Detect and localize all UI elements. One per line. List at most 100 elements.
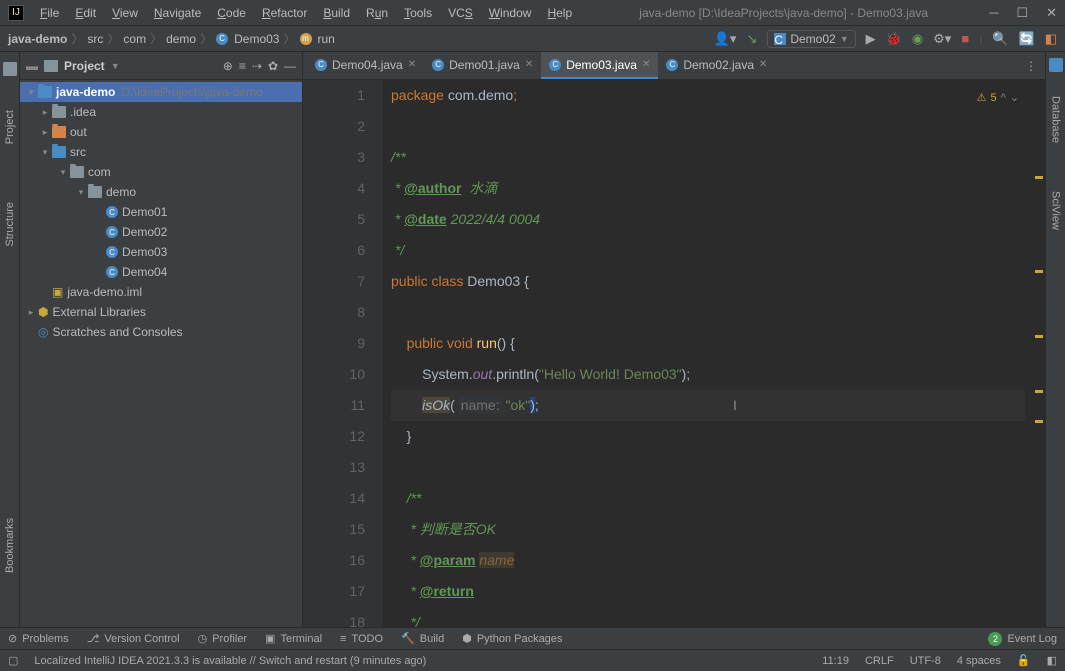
tree-class-demo03[interactable]: CDemo03 [20,242,302,262]
menu-edit[interactable]: Edit [69,4,102,22]
minimize-button[interactable]: ─ [989,5,998,21]
folder-icon [70,166,84,178]
menu-tools[interactable]: Tools [398,4,438,22]
bookmarks-tab[interactable]: Bookmarks [2,514,18,577]
tab-demo01[interactable]: CDemo01.java✕ [424,52,541,79]
expand-all-button[interactable]: ≡ [239,59,246,73]
menu-refactor[interactable]: Refactor [256,4,313,22]
menu-window[interactable]: Window [483,4,538,22]
folder-icon [44,60,58,72]
profiler-tab[interactable]: ◷Profiler [198,632,247,645]
stop-button[interactable]: ■ [961,31,969,46]
tree-file-iml[interactable]: ▣java-demo.iml [20,282,302,302]
folder-icon [52,106,66,118]
menu-file[interactable]: File [34,4,65,22]
project-tool-icon[interactable] [3,62,17,76]
line-gutter: 1234567891011💡12131415161718 [303,80,383,627]
crumb-method[interactable]: run [318,32,335,46]
python-packages-tab[interactable]: ⬢Python Packages [462,632,562,645]
build-tab[interactable]: 🔨Build [401,632,444,645]
database-tab[interactable]: Database [1048,92,1064,147]
search-button[interactable]: 🔍 [992,31,1008,47]
editor-tabs: CDemo04.java✕ CDemo01.java✕ CDemo03.java… [303,52,1045,80]
memory-indicator[interactable]: ◧ [1047,654,1057,667]
tree-class-demo01[interactable]: CDemo01 [20,202,302,222]
coverage-button[interactable]: ◉ [912,31,923,47]
file-encoding[interactable]: UTF-8 [910,655,941,667]
crumb-demo[interactable]: demo [166,32,196,46]
folder-icon [88,186,102,198]
todo-icon: ≡ [340,633,346,645]
iml-icon: ▣ [52,285,63,299]
tree-folder-src[interactable]: ▾src [20,142,302,162]
menu-navigate[interactable]: Navigate [148,4,207,22]
tree-class-demo02[interactable]: CDemo02 [20,222,302,242]
ide-settings-button[interactable]: ◧ [1045,31,1057,47]
tree-folder-out[interactable]: ▸out [20,122,302,142]
structure-tab[interactable]: Structure [2,198,18,251]
crumb-src[interactable]: src [87,32,103,46]
tab-demo04[interactable]: CDemo04.java✕ [307,52,424,79]
terminal-icon: ▣ [265,632,275,645]
problems-icon: ⊘ [8,632,17,645]
menu-help[interactable]: Help [541,4,578,22]
caret-position[interactable]: 11:19 [822,655,849,667]
crumb-class[interactable]: Demo03 [234,32,279,46]
tree-folder-demo[interactable]: ▾demo [20,182,302,202]
tree-folder-idea[interactable]: ▸.idea [20,102,302,122]
app-logo: IJ [8,5,24,21]
select-opened-file-button[interactable]: ⊕ [223,59,233,73]
code-content[interactable]: ⚠5 ^ ⌄ package com.demo; /** * @author 水… [383,80,1033,627]
indent-setting[interactable]: 4 spaces [957,655,1001,667]
sync-button[interactable]: 🔄 [1019,31,1035,47]
tree-folder-com[interactable]: ▾com [20,162,302,182]
line-separator[interactable]: CRLF [865,655,894,667]
close-tab-icon[interactable]: ✕ [759,59,767,70]
close-tab-icon[interactable]: ✕ [642,59,650,70]
menu-build[interactable]: Build [317,4,356,22]
todo-tab[interactable]: ≡TODO [340,633,383,645]
crumb-project[interactable]: java-demo [8,32,67,46]
debug-button[interactable]: 🐞 [886,31,902,47]
run-config-dropdown[interactable]: C Demo02 ▼ [767,30,855,48]
settings-button[interactable]: ✿ [268,59,278,73]
right-toolwindow-bar: Database SciView [1045,52,1065,627]
menu-run[interactable]: Run [360,4,394,22]
hide-button[interactable]: — [284,59,296,73]
inspection-summary[interactable]: ⚠5 ^ ⌄ [977,83,1019,114]
editor-area: CDemo04.java✕ CDemo01.java✕ CDemo03.java… [303,52,1045,627]
tab-more-button[interactable]: ⋮ [1017,52,1045,79]
terminal-tab[interactable]: ▣Terminal [265,632,322,645]
class-icon: C [774,33,786,45]
problems-tab[interactable]: ⊘Problems [8,632,69,645]
tree-root[interactable]: ▾java-demoD:\IdeaProjects\java-demo [20,82,302,102]
tree-external-libraries[interactable]: ▸⬢External Libraries [20,302,302,322]
add-config-button[interactable]: 👤▾ [714,31,737,47]
tool-window-button[interactable]: ▢ [8,654,18,667]
close-tab-icon[interactable]: ✕ [408,59,416,70]
tab-demo03[interactable]: CDemo03.java✕ [541,52,658,79]
tree-scratches[interactable]: ◎Scratches and Consoles [20,322,302,342]
menu-code[interactable]: Code [211,4,252,22]
readonly-lock-icon[interactable]: 🔓 [1017,654,1031,667]
crumb-com[interactable]: com [123,32,146,46]
menu-vcs[interactable]: VCS [442,4,479,22]
profile-button[interactable]: ⚙▾ [933,31,951,47]
maximize-button[interactable]: ☐ [1016,5,1028,21]
project-tab[interactable]: Project [2,106,18,148]
code-editor[interactable]: 1234567891011💡12131415161718 ⚠5 ^ ⌄ pack… [303,80,1045,627]
sciview-tab[interactable]: SciView [1048,187,1064,234]
error-stripe[interactable] [1033,80,1045,627]
database-icon[interactable] [1049,58,1063,72]
tree-class-demo04[interactable]: CDemo04 [20,262,302,282]
close-button[interactable]: ✕ [1046,5,1057,21]
build-button[interactable]: ↘ [746,31,757,47]
status-message: Localized IntelliJ IDEA 2021.3.3 is avai… [34,655,426,667]
event-log-tab[interactable]: 2Event Log [988,632,1057,646]
run-button[interactable]: ▶ [866,31,876,47]
tab-demo02[interactable]: CDemo02.java✕ [658,52,775,79]
menu-view[interactable]: View [106,4,144,22]
vcs-tab[interactable]: ⎇Version Control [87,632,180,645]
close-tab-icon[interactable]: ✕ [525,59,533,70]
collapse-all-button[interactable]: ⇢ [252,59,262,73]
